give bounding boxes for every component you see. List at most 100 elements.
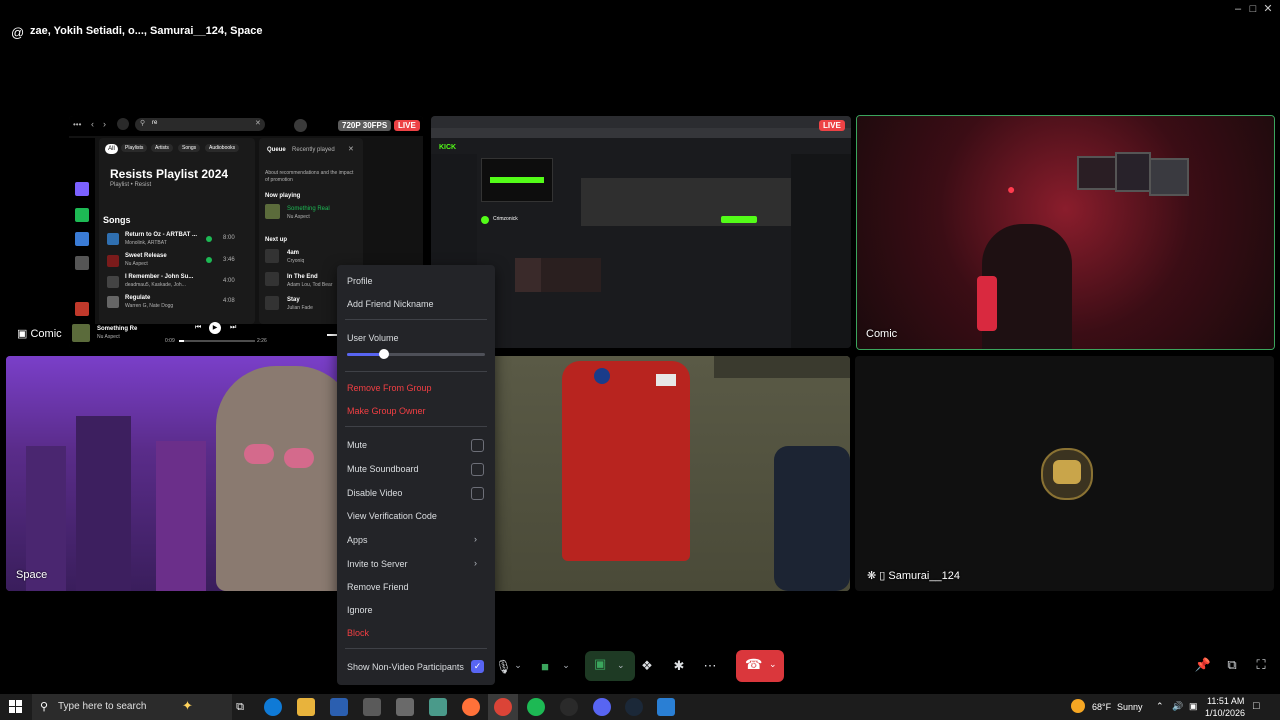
progress-track <box>179 340 255 342</box>
disable-video-checkbox[interactable] <box>471 487 484 500</box>
menu-item-mute[interactable]: Mute <box>347 440 367 450</box>
search-placeholder: Type here to search <box>58 701 147 712</box>
firefox-icon[interactable] <box>462 698 480 716</box>
app-icon[interactable] <box>429 698 447 716</box>
song-title: Return to Oz - ARTBAT ... <box>125 232 197 238</box>
stream-owner-name: ▣ Comic <box>17 328 62 340</box>
song-duration: 8:00 <box>223 235 235 241</box>
previous-icon: ⏮ <box>195 324 202 331</box>
liked-songs-icon <box>75 182 89 196</box>
menu-item-remove-friend[interactable]: Remove Friend <box>347 582 409 592</box>
fullscreen-icon[interactable]: ⛶ <box>1252 657 1270 673</box>
discord-icon[interactable] <box>593 698 611 716</box>
song-duration: 3:46 <box>223 257 235 263</box>
song-artist: Nu Aspect <box>125 261 148 267</box>
song-artist: Warren G, Nate Dogg <box>125 303 174 309</box>
pin-icon[interactable]: 📌 <box>1194 657 1212 673</box>
avatar-tile-samurai[interactable]: ❋ ▯ Samurai__124 <box>855 356 1274 591</box>
mobile-icon: ▯ <box>879 570 886 582</box>
live-badge: LIVE <box>819 120 845 131</box>
menu-item-block[interactable]: Block <box>347 628 369 638</box>
minimize-button[interactable]: – <box>1231 2 1245 16</box>
taskbar-search-box[interactable]: ⚲ Type here to search ✦ <box>32 694 232 720</box>
forward-icon: › <box>103 119 106 129</box>
notifications-icon[interactable]: □ <box>1253 700 1260 712</box>
maximize-button[interactable]: □ <box>1246 2 1260 16</box>
apps-submenu-chevron-icon: › <box>474 534 477 544</box>
menu-item-apps[interactable]: Apps <box>347 535 368 545</box>
mute-checkbox[interactable] <box>471 439 484 452</box>
menu-item-mute-soundboard[interactable]: Mute Soundboard <box>347 464 419 474</box>
more-icon: ••• <box>73 120 82 129</box>
microphone-button[interactable]: 🎙 <box>495 659 512 675</box>
calculator-icon[interactable] <box>363 698 381 716</box>
camera-options-chevron-icon[interactable]: ⌄ <box>560 660 572 671</box>
file-explorer-icon[interactable] <box>297 698 315 716</box>
camera-button[interactable]: ■ <box>536 659 554 674</box>
home-icon <box>117 118 129 130</box>
queue-cover <box>265 249 279 263</box>
clock-date[interactable]: 1/10/2026 <box>1205 708 1245 718</box>
volume-icon[interactable]: 🔊 <box>1172 701 1183 712</box>
user-context-menu: Profile Add Friend Nickname User Volume … <box>337 265 495 685</box>
task-view-icon[interactable]: ⧉ <box>231 698 249 716</box>
screen-share-button[interactable]: ▣ ⌄ <box>585 651 635 681</box>
close-button[interactable]: ✕ <box>1261 2 1275 16</box>
search-icon: ⚲ <box>40 701 49 713</box>
user-volume-handle[interactable] <box>379 349 389 359</box>
camera-tile-comic[interactable]: ● Comic <box>856 115 1275 350</box>
more-options-button[interactable]: ⋯ <box>701 658 719 674</box>
playlist-title: Resists Playlist 2024 <box>110 167 229 181</box>
soundboard-button[interactable]: ✱ <box>670 658 688 674</box>
weather-condition[interactable]: Sunny <box>1117 702 1143 712</box>
app-icon[interactable] <box>560 698 578 716</box>
saved-check-icon <box>206 236 212 242</box>
song-title: Regulate <box>125 295 151 301</box>
gaming-chair <box>774 446 850 591</box>
mute-soundboard-checkbox[interactable] <box>471 463 484 476</box>
menu-item-ignore[interactable]: Ignore <box>347 605 373 615</box>
menu-item-remove-from-group[interactable]: Remove From Group <box>347 383 432 393</box>
chrome-icon[interactable] <box>494 698 512 716</box>
menu-item-make-group-owner[interactable]: Make Group Owner <box>347 406 426 416</box>
show-hidden-icons-chevron-icon[interactable]: ⌃ <box>1156 701 1164 712</box>
menu-item-invite-to-server[interactable]: Invite to Server <box>347 559 408 569</box>
app-icon[interactable] <box>330 698 348 716</box>
mic-options-chevron-icon[interactable]: ⌄ <box>512 660 524 671</box>
show-non-video-checkbox[interactable]: ✓ <box>471 660 484 673</box>
camera-tile-room[interactable] <box>434 356 850 591</box>
network-icon[interactable]: ▣ <box>1189 701 1198 712</box>
windows-start-button[interactable] <box>9 700 22 713</box>
pop-out-icon[interactable]: ⧉ <box>1223 657 1241 673</box>
windows-logo-icon <box>9 707 15 713</box>
wall-poster <box>1149 158 1189 196</box>
menu-separator <box>345 426 487 427</box>
spotify-icon[interactable] <box>527 698 545 716</box>
queue-artist: Julian Fade <box>287 305 313 311</box>
clock-time[interactable]: 11:51 AM <box>1207 696 1244 706</box>
app-icon[interactable] <box>657 698 675 716</box>
volume-bar <box>327 334 337 336</box>
menu-item-view-verification-code[interactable]: View Verification Code <box>347 511 437 521</box>
player-artist: Nu Aspect <box>97 334 120 340</box>
menu-item-add-nickname[interactable]: Add Friend Nickname <box>347 299 434 309</box>
weather-temperature[interactable]: 68°F <box>1092 702 1111 712</box>
live-badge: LIVE <box>394 120 420 131</box>
disconnect-button[interactable]: ☎ ⌄ <box>736 650 784 682</box>
menu-item-show-non-video-participants[interactable]: Show Non-Video Participants <box>347 662 464 672</box>
weather-sun-icon[interactable] <box>1071 699 1085 713</box>
edge-icon[interactable] <box>264 698 282 716</box>
activities-button[interactable]: ❖ <box>638 658 656 674</box>
user-volume-slider[interactable] <box>347 349 485 359</box>
share-options-chevron-icon: ⌄ <box>617 660 625 670</box>
neon-sign: ● <box>1007 181 1016 197</box>
next-icon: ⏭ <box>230 324 237 331</box>
saved-check-icon <box>206 257 212 263</box>
menu-item-disable-video[interactable]: Disable Video <box>347 488 402 498</box>
queue-artist: Adam Lou, Tod Bear <box>287 282 333 288</box>
queue-cover <box>265 296 279 310</box>
menu-item-profile[interactable]: Profile <box>347 276 373 286</box>
app-icon[interactable] <box>396 698 414 716</box>
microphone <box>977 276 997 331</box>
steam-icon[interactable] <box>625 698 643 716</box>
